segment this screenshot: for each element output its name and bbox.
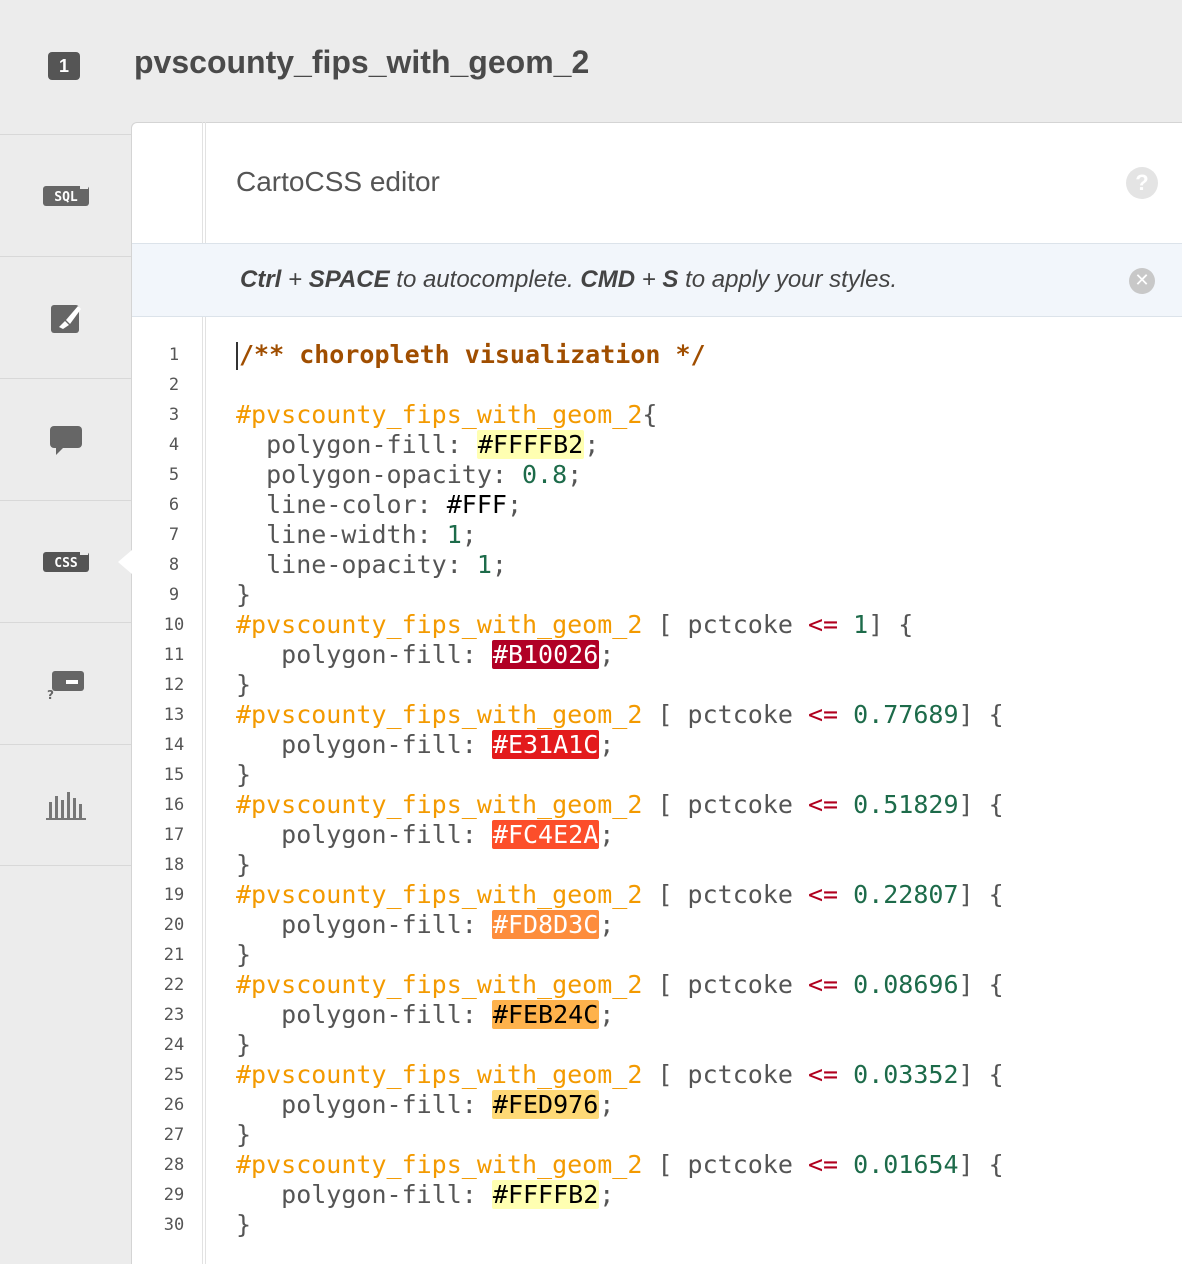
paint-icon [50,304,81,333]
close-hint-icon[interactable]: ✕ [1129,268,1155,294]
active-tab-pointer [118,550,132,574]
code-line: polygon-fill: #B10026; [281,640,615,669]
svg-text:CSS: CSS [54,556,78,571]
code-line: #pvscounty_fips_with_geom_2{ [236,400,658,429]
layer-number-badge: 1 [48,52,80,80]
code-line: polygon-fill: #FD8D3C; [281,910,615,939]
sidebar-item-sql[interactable]: SQL [0,134,131,256]
code-line: } [236,1030,252,1059]
line-number: 3 [168,405,180,425]
legend-icon: ? [47,670,84,701]
code-line: polygon-fill: #FEB24C; [281,1000,615,1029]
line-number: 26 [163,1095,185,1115]
line-number-gutter: 1 2 3 4 5 6 7 8 9 10 11 12 13 14 15 16 17 18 19 20 21 22 23 24 2… [132,340,202,1240]
code-line: line-color: #FFF; [266,490,523,519]
line-number: 17 [163,825,185,845]
line-number: 1 [168,345,180,365]
code-line: polygon-opacity: 0.8; [266,460,583,489]
line-number: 8 [168,555,180,575]
code-line: line-width: 1; [266,520,477,549]
line-number: 16 [163,795,185,815]
code-line: } [236,760,252,789]
line-number: 14 [163,735,185,755]
line-number: 7 [168,525,180,545]
text-cursor [236,342,238,370]
line-number: 25 [163,1065,185,1085]
line-number: 24 [163,1035,185,1055]
line-number: 27 [163,1125,185,1145]
code-line: polygon-fill: #FC4E2A; [281,820,615,849]
code-line: #pvscounty_fips_with_geom_2 [ pctcoke <=… [236,880,1004,909]
code-line: #pvscounty_fips_with_geom_2 [ pctcoke <=… [236,610,914,639]
line-number: 11 [163,645,185,665]
code-line: polygon-fill: #FFFFB2; [281,1180,615,1209]
line-number: 20 [163,915,185,935]
color-swatch[interactable]: #FD8D3C [491,910,600,939]
code-line: } [236,940,252,969]
code-line: #pvscounty_fips_with_geom_2 [ pctcoke <=… [236,1060,1004,1089]
sidebar-item-filters[interactable] [0,744,131,866]
color-swatch[interactable]: #B10026 [491,640,600,669]
help-icon[interactable]: ? [1126,167,1158,199]
hint-text: Ctrl + SPACE to autocomplete. CMD + S to… [240,266,898,293]
line-number: 18 [163,855,185,875]
line-number: 2 [168,375,180,395]
line-number: 12 [163,675,185,695]
color-swatch[interactable]: #FEB24C [491,1000,600,1029]
speech-bubble-icon [49,425,82,455]
code-line: #pvscounty_fips_with_geom_2 [ pctcoke <=… [236,700,1004,729]
code-line: polygon-fill: #FFFFB2; [266,430,600,459]
bar-chart-icon [45,792,86,820]
code-line: #pvscounty_fips_with_geom_2 [ pctcoke <=… [236,1150,1004,1179]
code-line: } [236,580,252,609]
line-number: 5 [168,465,180,485]
line-number: 4 [168,435,180,455]
color-swatch[interactable]: #FFFFB2 [476,430,585,459]
code-line: polygon-fill: #E31A1C; [281,730,615,759]
line-number: 19 [163,885,185,905]
sql-icon: SQL [42,182,89,206]
line-number: 21 [163,945,185,965]
color-swatch[interactable]: #FFFFB2 [491,1180,600,1209]
css-icon: CSS [42,548,89,572]
code-line: /** choropleth visualization */ [236,340,1004,370]
code-line: #pvscounty_fips_with_geom_2 [ pctcoke <=… [236,790,1004,819]
layer-header: 1 pvscounty_fips_with_geom_2 [0,0,1182,122]
line-number: 6 [168,495,180,515]
color-swatch[interactable]: #FED976 [491,1090,600,1119]
editor-title: CartoCSS editor [236,166,440,197]
code-line: polygon-fill: #FED976; [281,1090,615,1119]
code-line: } [236,670,252,699]
code-line: #pvscounty_fips_with_geom_2 [ pctcoke <=… [236,970,1004,999]
svg-text:?: ? [47,688,54,701]
layer-tools-sidebar: SQL CSS ? [0,134,131,1264]
line-number: 28 [163,1155,185,1175]
code-line: } [236,1210,252,1239]
sidebar-item-wizard[interactable] [0,256,131,378]
layer-title[interactable]: pvscounty_fips_with_geom_2 [134,44,589,81]
line-number: 22 [163,975,185,995]
code-line: line-opacity: 1; [266,550,507,579]
svg-text:SQL: SQL [54,190,78,205]
sidebar-item-infowindow[interactable] [0,378,131,500]
code-editor[interactable]: /** choropleth visualization */ #pvscoun… [236,340,1004,1240]
code-line: } [236,1120,252,1149]
line-number: 30 [163,1215,185,1235]
line-number: 23 [163,1005,185,1025]
sidebar-item-css[interactable]: CSS [0,500,131,622]
line-number: 9 [168,585,180,605]
line-number: 13 [163,705,185,725]
color-swatch[interactable]: #E31A1C [491,730,600,759]
line-number: 15 [163,765,185,785]
line-number: 29 [163,1185,185,1205]
code-line: } [236,850,252,879]
color-swatch[interactable]: #FC4E2A [491,820,600,849]
line-number: 10 [163,615,185,635]
sidebar-item-legend[interactable]: ? [0,622,131,744]
